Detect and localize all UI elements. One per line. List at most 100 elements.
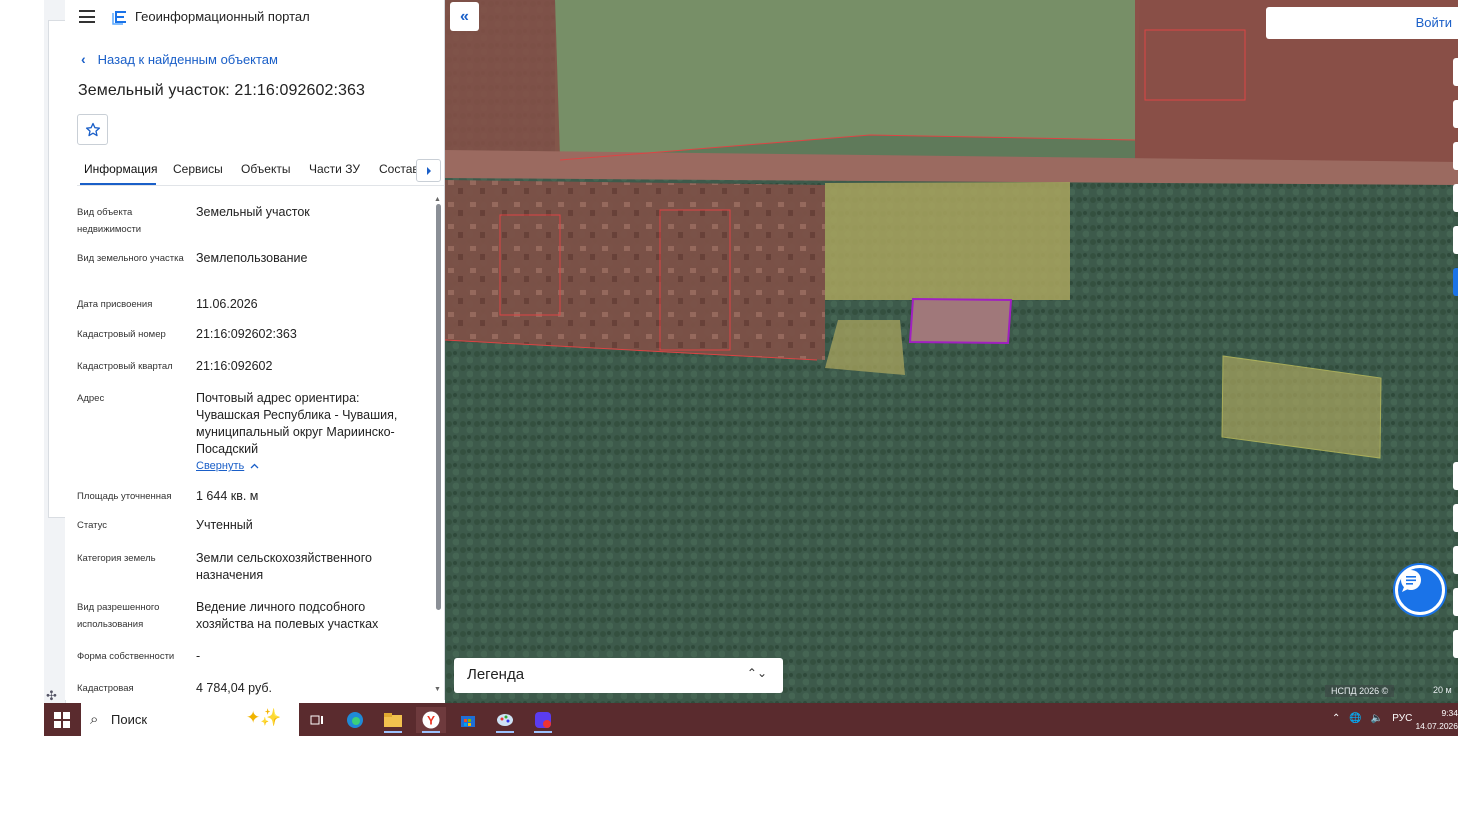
panel-header: Геоинформационный портал bbox=[65, 0, 444, 36]
system-tray: ⌃ 🌐 🔈 РУС bbox=[1332, 713, 1412, 724]
chat-icon bbox=[1401, 570, 1421, 592]
login-label: Войти bbox=[1415, 15, 1452, 30]
map-view[interactable]: « Войти Легенда ⌃⌄ НСПД 2026 © 20 м bbox=[445, 0, 1458, 703]
clock-time: 9:34 bbox=[1441, 708, 1458, 718]
meadow-area bbox=[555, 0, 1140, 160]
property-key: Вид земельного участка bbox=[77, 253, 184, 264]
svg-text:Y: Y bbox=[427, 714, 435, 728]
property-value: 4 784,04 руб. bbox=[196, 681, 272, 695]
property-key: Вид объекта недвижимости bbox=[77, 207, 142, 235]
property-value: 21:16:092602:363 bbox=[196, 327, 297, 341]
clock-date: 14.07.2026 bbox=[1415, 721, 1458, 731]
active-tab-indicator bbox=[80, 183, 156, 185]
map-tool-button[interactable] bbox=[1453, 504, 1458, 532]
legend-label: Легенда bbox=[467, 666, 525, 683]
property-key: Адрес bbox=[77, 393, 105, 404]
edge-browser-icon[interactable] bbox=[340, 707, 370, 733]
chevron-up-icon bbox=[250, 463, 259, 469]
map-tool-button-active[interactable] bbox=[1453, 268, 1458, 296]
property-key: Категория земель bbox=[77, 553, 156, 564]
map-tool-button[interactable] bbox=[1453, 184, 1458, 212]
collapse-panel-button[interactable]: « bbox=[450, 2, 479, 31]
property-value: Ведение личного подсобного хозяйства на … bbox=[196, 600, 379, 631]
selected-parcel[interactable] bbox=[908, 297, 1013, 345]
double-chevron-left-icon: « bbox=[460, 7, 469, 25]
expand-collapse-icon: ⌃⌄ bbox=[746, 666, 767, 680]
tab-composition[interactable]: Состав bbox=[379, 162, 419, 176]
app-badge-icon[interactable] bbox=[528, 707, 558, 733]
portal-title: Геоинформационный портал bbox=[135, 9, 310, 24]
property-key: Статус bbox=[77, 520, 108, 531]
task-view-icon[interactable] bbox=[302, 707, 332, 733]
village-zone bbox=[445, 180, 825, 360]
store-icon[interactable] bbox=[453, 707, 483, 733]
file-explorer-icon[interactable] bbox=[378, 707, 408, 733]
volume-icon[interactable]: 🔈 bbox=[1371, 713, 1383, 724]
background-window-pane bbox=[48, 20, 66, 518]
favorite-button[interactable] bbox=[77, 114, 108, 145]
legend-panel[interactable]: Легенда ⌃⌄ bbox=[454, 658, 783, 693]
search-icon: ⌕ bbox=[90, 711, 99, 728]
property-value: Почтовый адрес ориентира: Чувашская Респ… bbox=[196, 391, 398, 456]
property-value: 21:16:092602 bbox=[196, 359, 273, 373]
login-button[interactable]: Войти bbox=[1266, 7, 1458, 39]
tabs-scroll-right-button[interactable] bbox=[416, 159, 441, 182]
map-tool-button[interactable] bbox=[1453, 546, 1458, 574]
windows-start-icon[interactable] bbox=[54, 712, 70, 728]
map-tool-button[interactable] bbox=[1453, 226, 1458, 254]
move-icon: ✣ bbox=[46, 688, 57, 703]
panel-scrollbar[interactable]: ▲ ▼ bbox=[434, 196, 442, 696]
property-value: Земли сельскохозяйственного назначения bbox=[196, 551, 372, 582]
globe-icon[interactable]: 🌐 bbox=[1349, 713, 1361, 724]
caret-right-icon bbox=[426, 166, 431, 175]
collapse-link-label: Свернуть bbox=[196, 460, 245, 472]
tray-chevron-up-icon[interactable]: ⌃ bbox=[1332, 713, 1340, 724]
menu-icon[interactable] bbox=[79, 10, 95, 23]
map-tool-button[interactable] bbox=[1453, 100, 1458, 128]
map-tool-button[interactable] bbox=[1453, 58, 1458, 86]
scroll-down-icon[interactable]: ▼ bbox=[434, 686, 441, 693]
scale-bar: 20 м bbox=[1433, 685, 1452, 695]
input-language[interactable]: РУС bbox=[1392, 713, 1412, 724]
scroll-up-icon[interactable]: ▲ bbox=[434, 196, 441, 203]
yellow-parcel-farm bbox=[825, 182, 1070, 300]
map-tool-button[interactable] bbox=[1453, 462, 1458, 490]
star-icon bbox=[85, 122, 100, 136]
background-window: ✣ bbox=[44, 0, 66, 703]
tab-parts[interactable]: Части ЗУ bbox=[309, 162, 360, 176]
collapse-link[interactable]: Свернуть bbox=[196, 460, 259, 472]
chevron-left-icon: ‹ bbox=[81, 51, 86, 67]
portal-logo-icon bbox=[112, 11, 126, 25]
map-tool-button[interactable] bbox=[1453, 142, 1458, 170]
property-key: Кадастровый номер bbox=[77, 329, 166, 340]
property-value: Учтенный bbox=[196, 518, 253, 532]
taskbar-search-input[interactable]: ⌕ Поиск ✦✨ bbox=[81, 703, 299, 736]
property-value: Земельный участок bbox=[196, 205, 310, 219]
property-key: Кадастровый квартал bbox=[77, 361, 173, 372]
back-link-label: Назад к найденным объектам bbox=[97, 51, 278, 67]
map-canvas[interactable] bbox=[445, 0, 1458, 703]
yandex-browser-icon[interactable]: Y bbox=[416, 707, 446, 733]
property-key: Вид разрешенного использования bbox=[77, 602, 160, 630]
object-title: Земельный участок: 21:16:092602:363 bbox=[78, 82, 366, 99]
scrollbar-thumb[interactable] bbox=[436, 204, 441, 610]
property-value: Землепользование bbox=[196, 251, 308, 265]
search-placeholder: Поиск bbox=[111, 712, 148, 727]
info-panel: Геоинформационный портал ‹ Назад к найде… bbox=[65, 0, 445, 700]
tab-information[interactable]: Информация bbox=[84, 162, 157, 176]
taskbar: ⌕ Поиск ✦✨ Y ⌃ 🌐 🔈 РУС 9:34 14.07.2026 bbox=[44, 703, 1458, 736]
clock[interactable]: 9:34 14.07.2026 bbox=[1412, 707, 1458, 733]
chat-button[interactable] bbox=[1395, 565, 1445, 615]
property-value: 11.06.2026 bbox=[196, 297, 258, 311]
property-key: Дата присвоения bbox=[77, 299, 153, 310]
paint-app-icon[interactable] bbox=[490, 707, 520, 733]
property-value: - bbox=[196, 649, 201, 663]
tab-services[interactable]: Сервисы bbox=[173, 162, 223, 176]
back-link[interactable]: ‹ Назад к найденным объектам bbox=[81, 51, 278, 67]
sparkle-icon: ✦✨ bbox=[246, 708, 282, 727]
map-tool-button[interactable] bbox=[1453, 630, 1458, 658]
property-key: Площадь уточненная bbox=[77, 491, 172, 502]
tab-objects[interactable]: Объекты bbox=[241, 162, 291, 176]
map-tool-button[interactable] bbox=[1453, 588, 1458, 616]
desktop: ✣ Геоинформационный портал ‹ Назад к най… bbox=[0, 0, 1458, 820]
